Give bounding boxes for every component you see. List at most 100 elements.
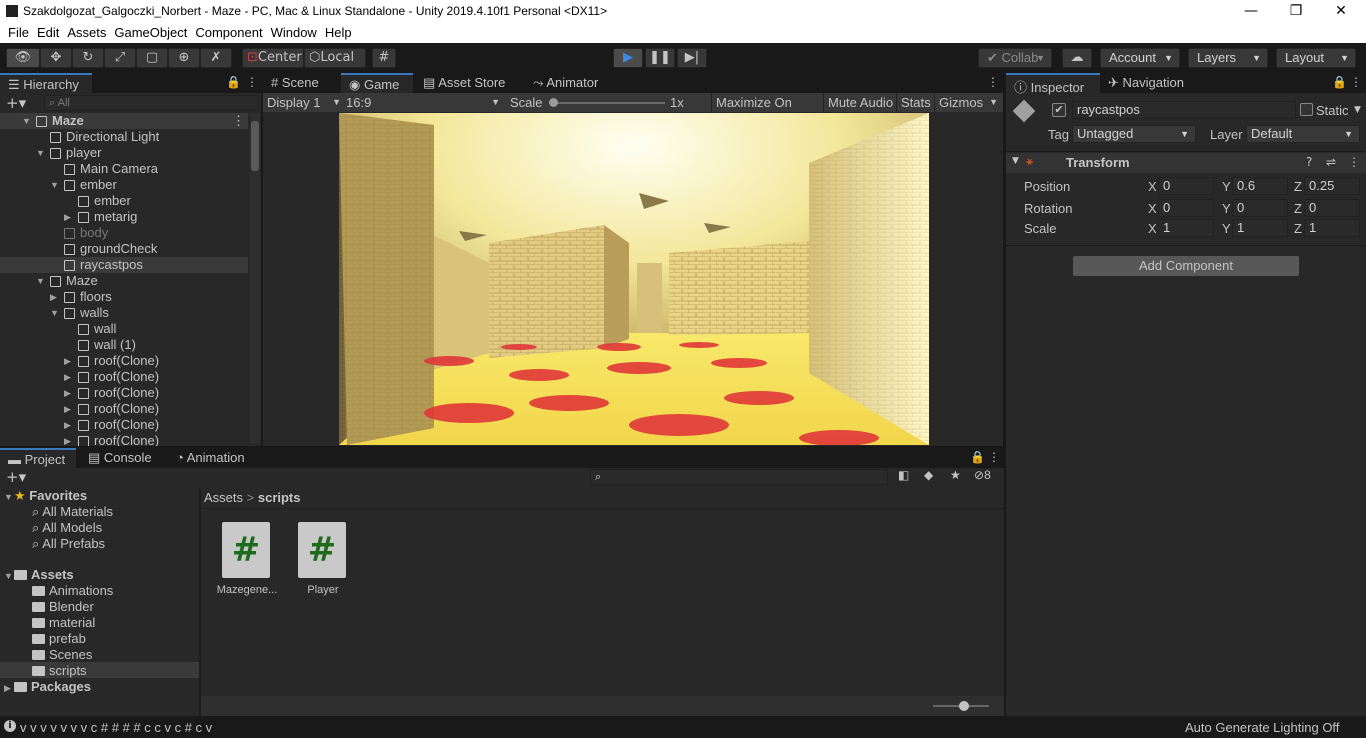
expand-arrow-icon[interactable]: ▶ (50, 289, 60, 305)
expand-arrow-icon[interactable]: ▶ (64, 353, 74, 369)
folder-row[interactable]: prefab (32, 631, 86, 646)
scale-slider-handle[interactable] (549, 98, 558, 107)
menu-edit[interactable]: Edit (29, 23, 59, 40)
project-search-input[interactable]: ⌕ (590, 469, 888, 485)
expand-arrow-icon[interactable]: ▼ (36, 145, 46, 161)
hierarchy-row[interactable]: ▼ walls (0, 305, 248, 321)
favorite-item[interactable]: ⌕ All Prefabs (32, 536, 105, 552)
display-dropdown[interactable]: Display 1 ▼ (267, 93, 341, 112)
minimize-button[interactable]: — (1228, 2, 1274, 21)
search-by-type-icon[interactable]: ◧ (898, 468, 909, 482)
pivot-center-button[interactable]: ⊡Center (242, 48, 304, 68)
scale-tool-icon[interactable]: ⤢ (104, 48, 136, 68)
hierarchy-row[interactable]: ▶ roof(Clone) (0, 385, 248, 401)
hierarchy-row[interactable]: Directional Light (0, 129, 248, 145)
icon-size-slider-handle[interactable] (959, 701, 969, 711)
game-viewport[interactable] (339, 113, 929, 445)
panel-menu-icon[interactable]: ⋮ (246, 75, 258, 89)
expand-arrow-icon[interactable]: ▶ (64, 401, 74, 417)
tab-asset-store[interactable]: ▤ Asset Store (415, 73, 525, 93)
hierarchy-row[interactable]: ▼ Maze (0, 273, 248, 289)
collapse-arrow-icon[interactable]: ▼ (1012, 156, 1019, 166)
tab-animator[interactable]: ⤳ Animator (525, 73, 615, 93)
tab-inspector[interactable]: ⓘ Inspector (1006, 73, 1100, 95)
folder-row-scripts[interactable]: scripts (32, 663, 87, 678)
expand-arrow-icon[interactable]: ▼ (22, 113, 32, 129)
packages-row[interactable]: ▶ Packages (4, 679, 91, 694)
pivot-local-button[interactable]: ⬡Local (304, 48, 366, 68)
splitter[interactable] (199, 488, 201, 716)
tab-project[interactable]: ▬ Project (0, 448, 76, 468)
close-button[interactable]: ✕ (1318, 2, 1364, 21)
create-plus-icon[interactable]: +▾ (6, 94, 26, 112)
menu-file[interactable]: File (0, 23, 29, 40)
cloud-icon[interactable]: ☁ (1062, 48, 1092, 68)
assets-root-row[interactable]: ▼ Assets (4, 567, 74, 582)
rect-tool-icon[interactable]: ▢ (136, 48, 168, 68)
hierarchy-row[interactable]: Main Camera (0, 161, 248, 177)
hidden-packages-toggle[interactable]: ⊘8 (974, 468, 991, 482)
menu-window[interactable]: Window (263, 23, 317, 40)
position-z-field[interactable]: 0.25 (1304, 177, 1360, 195)
breadcrumb-current[interactable]: scripts (258, 490, 301, 505)
move-tool-icon[interactable]: ✥ (40, 48, 72, 68)
project-lock-icon[interactable]: 🔒 (970, 450, 985, 464)
hierarchy-row[interactable]: raycastpos (0, 257, 248, 273)
gizmos-dropdown[interactable]: Gizmos ▼ (934, 93, 1000, 112)
active-checkbox[interactable]: ✔ (1052, 103, 1066, 117)
expand-arrow-icon[interactable]: ▶ (64, 433, 74, 446)
inspector-menu-icon[interactable]: ⋮ (1350, 75, 1362, 89)
view-tool-eye-icon[interactable]: 👁 (6, 48, 40, 68)
expand-arrow-icon[interactable]: ▶ (64, 385, 74, 401)
hierarchy-row[interactable]: ▼ Maze ⋮ (0, 113, 248, 129)
asset-file[interactable]: # Mazegene... (214, 520, 280, 602)
maximize-button[interactable]: ❐ (1273, 2, 1319, 21)
scale-z-field[interactable]: 1 (1304, 219, 1360, 237)
custom-tool-icon[interactable]: ✗ (200, 48, 232, 68)
layout-dropdown[interactable]: Layout ▼ (1276, 48, 1356, 68)
favorite-item[interactable]: ⌕ All Materials (32, 504, 113, 520)
hierarchy-row[interactable]: ▼ player (0, 145, 248, 161)
menu-component[interactable]: Component (187, 23, 262, 40)
layers-dropdown[interactable]: Layers ▼ (1188, 48, 1268, 68)
project-create-icon[interactable]: +▾ (6, 468, 26, 486)
scale-y-field[interactable]: 1 (1232, 219, 1288, 237)
tab-navigation[interactable]: ✈ Navigation (1100, 73, 1190, 93)
object-name-field[interactable]: raycastpos (1072, 101, 1296, 119)
step-button[interactable]: ▶| (677, 48, 707, 68)
info-icon[interactable]: i (4, 720, 16, 732)
favorites-row[interactable]: ▼★ Favorites (4, 488, 87, 504)
hierarchy-row[interactable]: ember (0, 193, 248, 209)
menu-gameobject[interactable]: GameObject (106, 23, 187, 40)
pause-button[interactable]: ❚❚ (645, 48, 675, 68)
transform-header[interactable]: ▼ ⚹ Transform ? ⇌ ⋮ (1006, 153, 1366, 173)
game-panel-menu-icon[interactable]: ⋮ (987, 75, 999, 89)
hierarchy-row[interactable]: wall (1) (0, 337, 248, 353)
expand-arrow-icon[interactable]: ▶ (64, 369, 74, 385)
favorite-star-icon[interactable]: ★ (950, 468, 961, 482)
tab-console[interactable]: ▤ Console (80, 448, 166, 468)
hierarchy-scrollbar[interactable] (250, 113, 260, 443)
help-icon[interactable]: ? (1306, 155, 1312, 169)
tab-scene[interactable]: # Scene (263, 73, 341, 93)
rotation-x-field[interactable]: 0 (1158, 199, 1214, 217)
expand-arrow-icon[interactable]: ▼ (50, 305, 60, 321)
lock-icon[interactable]: 🔒 (226, 75, 241, 89)
expand-arrow-icon[interactable]: ▶ (64, 209, 74, 225)
position-x-field[interactable]: 0 (1158, 177, 1214, 195)
project-menu-icon[interactable]: ⋮ (988, 450, 1000, 464)
breadcrumb-assets[interactable]: Assets (204, 490, 243, 505)
hierarchy-row[interactable]: ▶ metarig (0, 209, 248, 225)
account-dropdown[interactable]: Account ▼ (1100, 48, 1180, 68)
folder-row[interactable]: Blender (32, 599, 94, 614)
static-checkbox[interactable] (1300, 103, 1313, 116)
component-menu-icon[interactable]: ⋮ (1348, 155, 1360, 169)
tab-animation[interactable]: ◔ Animation (168, 448, 264, 468)
preset-icon[interactable]: ⇌ (1326, 155, 1336, 169)
tag-dropdown[interactable]: Untagged ▼ (1072, 125, 1196, 143)
static-dropdown-icon[interactable]: ▼ (1354, 105, 1361, 115)
position-y-field[interactable]: 0.6 (1232, 177, 1288, 195)
rotation-y-field[interactable]: 0 (1232, 199, 1288, 217)
scale-slider-track[interactable] (549, 102, 665, 104)
hierarchy-row[interactable]: ▶ floors (0, 289, 248, 305)
